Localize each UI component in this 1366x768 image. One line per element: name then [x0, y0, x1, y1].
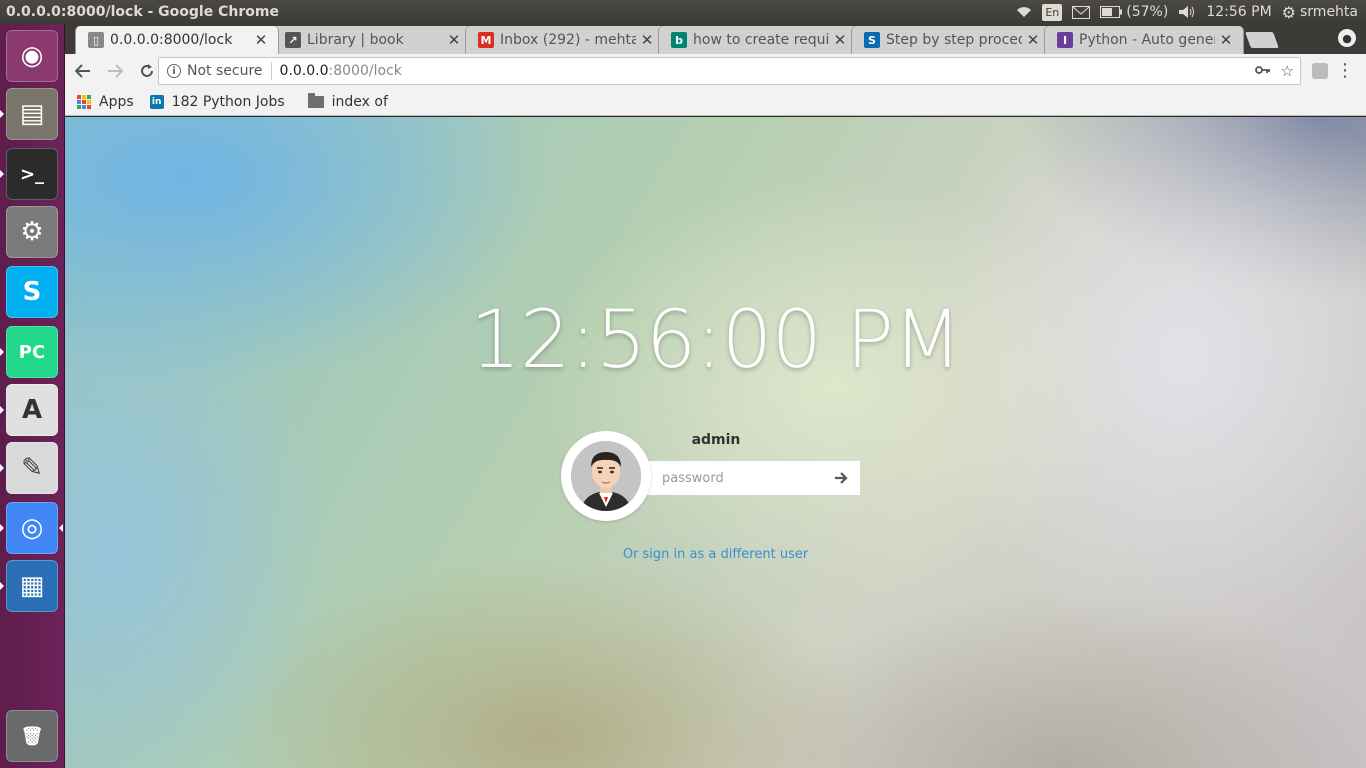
gmail-icon: M	[478, 32, 494, 48]
bing-icon: b	[671, 32, 687, 48]
chrome-menu-icon[interactable]: ⋮	[1336, 60, 1354, 81]
key-icon[interactable]	[1254, 62, 1271, 80]
url-host[interactable]: 0.0.0.0	[280, 63, 329, 79]
browser-tab[interactable]: M Inbox (292) - mehta ✕	[465, 26, 665, 54]
profile-icon[interactable]: ●	[1338, 29, 1356, 47]
submit-arrow-icon[interactable]	[832, 468, 850, 488]
omnibox-divider	[270, 62, 272, 80]
close-tab-icon[interactable]: ✕	[833, 31, 847, 49]
tab-title: Inbox (292) - mehta	[500, 32, 636, 48]
tab-title: 0.0.0.0:8000/lock	[110, 32, 233, 48]
browser-tab[interactable]: S Step by step proced ✕	[851, 26, 1051, 54]
running-indicator	[0, 348, 4, 356]
settings-gear-icon[interactable]: ⚙	[1282, 0, 1296, 24]
lock-username: admin	[691, 432, 741, 448]
top-panel: 0.0.0.0:8000/lock - Google Chrome En (57…	[0, 0, 1366, 24]
ubuntu-dash-icon[interactable]: ◉	[6, 30, 58, 82]
bookmark-apps[interactable]: Apps	[77, 94, 134, 110]
extension-icon[interactable]	[1312, 63, 1328, 79]
bookmark-index-of[interactable]: index of	[307, 92, 388, 110]
system-settings-icon[interactable]: ⚙	[6, 206, 58, 258]
battery-icon[interactable]	[1100, 0, 1123, 24]
close-tab-icon[interactable]: ✕	[1026, 31, 1040, 49]
site-icon: I	[1057, 32, 1073, 48]
close-tab-icon[interactable]: ✕	[447, 31, 461, 49]
browser-tab[interactable]: I Python - Auto gener ✕	[1044, 26, 1244, 54]
panel-username[interactable]: srmehta	[1300, 0, 1358, 24]
sharepoint-icon: S	[864, 32, 880, 48]
bookmark-label: 182 Python Jobs	[171, 93, 285, 110]
browser-tab[interactable]: ↗ Library | book ✕	[272, 26, 472, 54]
security-indicator[interactable]: Not secure	[187, 63, 263, 79]
terminal-icon[interactable]: >_	[6, 148, 58, 200]
new-tab-button[interactable]	[1245, 32, 1279, 48]
password-field-wrapper	[641, 461, 860, 495]
tab-title: Step by step proced	[886, 32, 1022, 48]
password-input[interactable]	[662, 463, 822, 493]
lock-screen-page: 12:56:00 PM admin Or sign in as a differ…	[65, 117, 1366, 768]
bookmark-label: index of	[331, 93, 388, 110]
running-indicator	[0, 464, 4, 472]
running-indicator	[0, 582, 4, 590]
running-indicator	[0, 524, 4, 532]
keyboard-layout-badge[interactable]: En	[1042, 3, 1063, 21]
address-bar[interactable]: i Not secure 0.0.0.0:8000/lock ☆	[158, 57, 1301, 85]
chrome-icon[interactable]: ◎	[6, 502, 58, 554]
panel-clock[interactable]: 12:56 PM	[1206, 0, 1271, 24]
volume-icon[interactable]	[1178, 0, 1196, 24]
lock-clock: 12:56:00 PM	[470, 293, 962, 386]
forward-button[interactable]	[101, 57, 129, 85]
running-indicator	[0, 406, 4, 414]
trash-icon[interactable]: 🗑	[6, 710, 58, 762]
reload-button[interactable]	[133, 57, 161, 85]
tab-title: Python - Auto gener	[1079, 32, 1215, 48]
avatar-ring	[561, 431, 651, 521]
pycharm-icon[interactable]: PC	[6, 326, 58, 378]
skype-icon[interactable]: S	[6, 266, 58, 318]
back-button[interactable]	[69, 57, 97, 85]
library-tab-icon: ↗	[285, 32, 301, 48]
chrome-tab-strip: ● ▯ 0.0.0.0:8000/lock ✕ ↗ Library | book ✕ M In…	[65, 24, 1366, 54]
mail-icon[interactable]	[1072, 0, 1091, 24]
battery-percent: (57%)	[1126, 4, 1169, 20]
linkedin-icon: in	[149, 94, 164, 109]
close-tab-icon[interactable]: ✕	[1219, 31, 1233, 49]
system-tray: En (57%) 12:56 PM ⚙ srmehta	[1006, 0, 1358, 24]
focused-indicator	[59, 524, 63, 532]
close-tab-icon[interactable]: ✕	[254, 31, 268, 49]
wifi-icon[interactable]	[1016, 0, 1032, 24]
chrome-toolbar: i Not secure 0.0.0.0:8000/lock ☆ ⋮	[65, 54, 1366, 88]
window-title: 0.0.0.0:8000/lock - Google Chrome	[6, 4, 279, 20]
browser-tab[interactable]: b how to create requi ✕	[658, 26, 858, 54]
tab-title: how to create requi	[693, 32, 829, 48]
bookmark-label: Apps	[99, 93, 134, 110]
files-icon[interactable]: ▤	[6, 88, 58, 140]
apps-grid-icon	[77, 94, 91, 109]
unity-launcher: ◉ ▤ >_ ⚙ S PC A ✎ ◎ ▦ 🗑	[0, 24, 65, 768]
tab-title: Library | book	[307, 32, 404, 48]
folder-icon	[307, 92, 324, 108]
text-editor-icon[interactable]: ✎	[6, 442, 58, 494]
libreoffice-writer-icon[interactable]: ▦	[6, 560, 58, 612]
bookmarks-bar: Apps in 182 Python Jobs index of	[65, 88, 1366, 116]
close-tab-icon[interactable]: ✕	[640, 31, 654, 49]
lock-form: admin	[561, 431, 861, 521]
running-indicator	[0, 170, 4, 178]
bookmark-python-jobs[interactable]: in 182 Python Jobs	[149, 93, 292, 110]
running-indicator	[0, 110, 4, 118]
url-path[interactable]: :8000/lock	[329, 63, 402, 79]
bookmark-star-icon[interactable]: ☆	[1281, 62, 1294, 80]
avatar	[571, 441, 641, 511]
software-updater-icon[interactable]: A	[6, 384, 58, 436]
page-icon: ▯	[88, 32, 104, 48]
browser-tab[interactable]: ▯ 0.0.0.0:8000/lock ✕	[75, 26, 279, 54]
site-info-icon[interactable]: i	[167, 64, 181, 78]
different-user-link[interactable]: Or sign in as a different user	[65, 547, 1366, 562]
